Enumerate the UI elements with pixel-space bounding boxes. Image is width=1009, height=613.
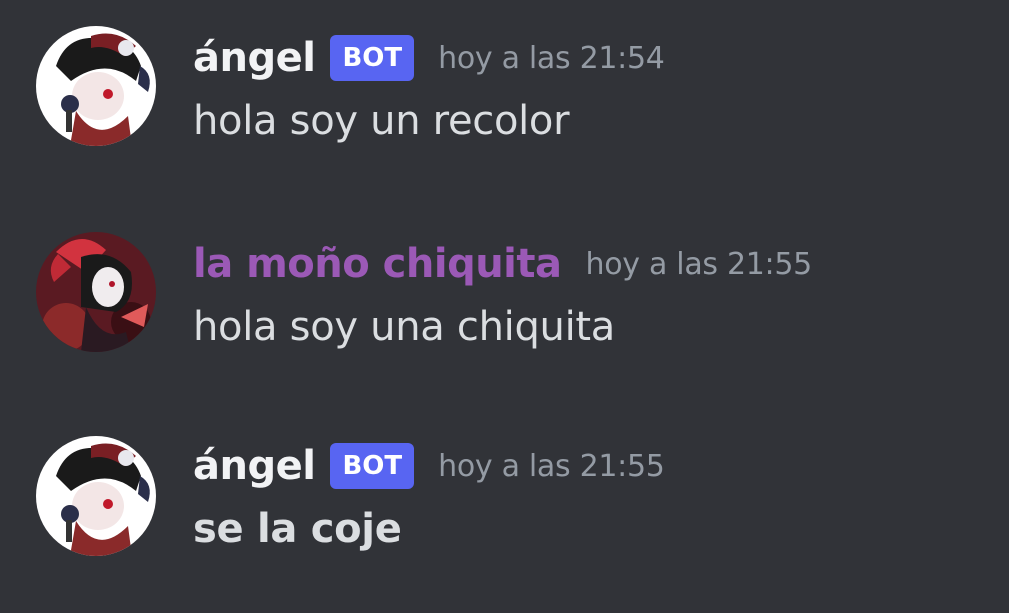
message-text: hola soy una chiquita <box>193 304 616 350</box>
message-header: la moño chiquita hoy a las 21:55 <box>193 234 812 294</box>
avatar[interactable] <box>36 436 156 556</box>
avatar[interactable] <box>36 232 156 352</box>
username[interactable]: la moño chiquita <box>193 241 562 287</box>
bot-badge: BOT <box>330 443 415 489</box>
red-haired-character-avatar-icon <box>36 26 156 146</box>
chat-message: la moño chiquita hoy a las 21:55 hola so… <box>0 204 1009 364</box>
message-header: ángel BOT hoy a las 21:54 <box>193 28 665 88</box>
timestamp[interactable]: hoy a las 21:55 <box>438 449 665 484</box>
avatar[interactable] <box>36 26 156 146</box>
chat-message: ángel BOT hoy a las 21:54 hola soy un re… <box>0 0 1009 160</box>
bot-badge: BOT <box>330 35 415 81</box>
message-text: se la coje <box>193 506 402 552</box>
timestamp[interactable]: hoy a las 21:54 <box>438 41 665 76</box>
timestamp[interactable]: hoy a las 21:55 <box>586 247 813 282</box>
message-header: ángel BOT hoy a las 21:55 <box>193 436 665 496</box>
red-haired-character-avatar-icon <box>36 436 156 556</box>
chat-message: ángel BOT hoy a las 21:55 se la coje <box>0 408 1009 568</box>
username[interactable]: ángel <box>193 443 316 489</box>
message-text: hola soy un recolor <box>193 98 570 144</box>
girl-with-red-bow-avatar-icon <box>36 232 156 352</box>
username[interactable]: ángel <box>193 35 316 81</box>
